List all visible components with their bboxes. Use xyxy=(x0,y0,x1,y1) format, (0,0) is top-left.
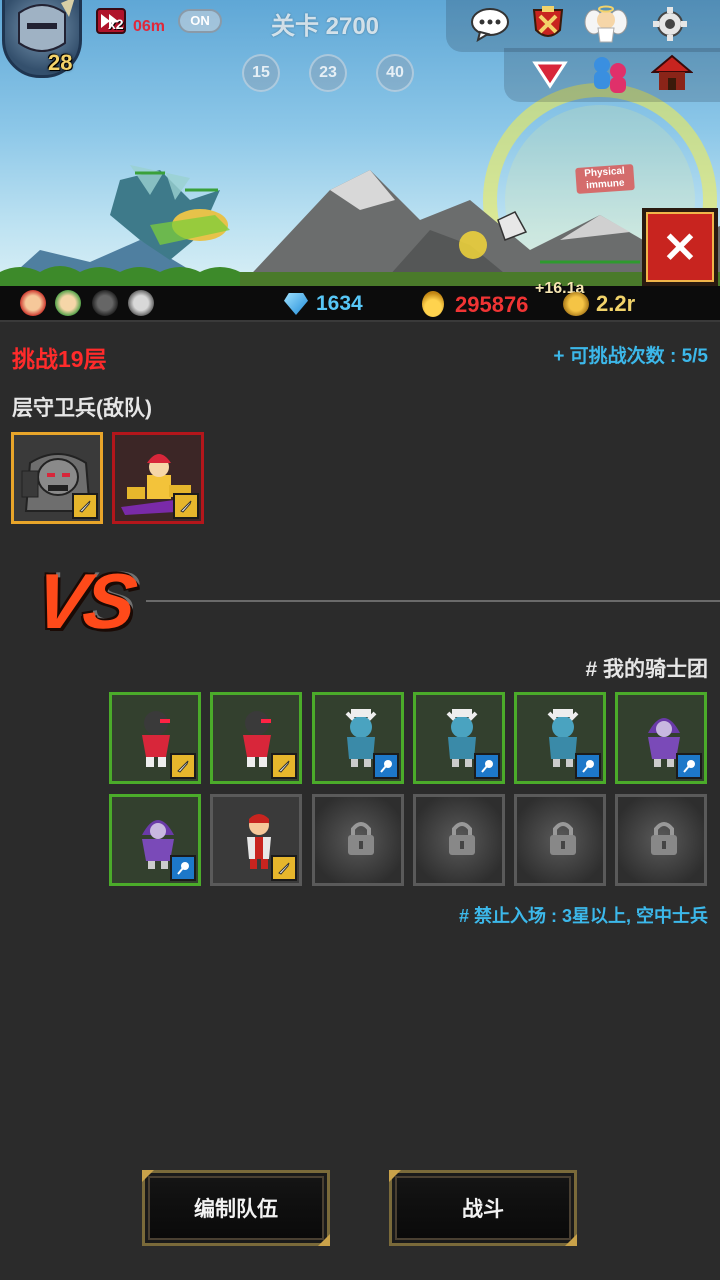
lock-icon xyxy=(449,822,475,855)
lock-icon xyxy=(550,822,576,855)
gem-icon xyxy=(284,293,308,315)
lock-icon xyxy=(651,822,677,855)
stage-marker: 15 xyxy=(242,54,280,92)
staff-class-badge xyxy=(170,855,196,881)
sword-class-badge xyxy=(170,753,196,779)
party-hero-icon[interactable] xyxy=(55,290,81,316)
staff-class-badge xyxy=(474,753,500,779)
sword-class-badge xyxy=(271,855,297,881)
friends-icon[interactable] xyxy=(588,52,632,96)
fight-button[interactable]: 战斗 xyxy=(389,1170,577,1246)
guild-shield-icon[interactable] xyxy=(526,2,570,46)
challenge-floor-title: 挑战19层 xyxy=(12,346,107,372)
stage-title: 关卡 2700 xyxy=(270,13,380,40)
entry-restriction-note: # 禁止入场 : 3星以上, 空中士兵 xyxy=(458,906,708,926)
sword-class-badge xyxy=(271,753,297,779)
party-hero-icon[interactable] xyxy=(128,290,154,316)
close-icon: ✕ xyxy=(662,223,698,271)
staff-class-badge xyxy=(373,753,399,779)
edit-team-button[interactable]: 编制队伍 xyxy=(142,1170,330,1246)
party-hero-icon[interactable] xyxy=(92,290,118,316)
sword-class-badge xyxy=(173,493,199,519)
speed-remaining-time: 06m xyxy=(133,18,166,35)
sword-class-badge xyxy=(72,493,98,519)
locked-slot xyxy=(615,794,707,886)
attempts-remaining[interactable]: + 可挑战次数 : 5/5 xyxy=(553,341,708,368)
team-unit-card[interactable] xyxy=(312,692,404,784)
team-unit-card[interactable] xyxy=(514,692,606,784)
vs-emblem: VS xyxy=(29,557,139,645)
team-unit-card[interactable] xyxy=(615,692,707,784)
physical-immune-tag: Physical immune xyxy=(575,164,635,194)
auto-toggle[interactable]: ON xyxy=(178,9,222,33)
stage-marker: 23 xyxy=(309,54,347,92)
team-unit-card[interactable] xyxy=(210,794,302,886)
lock-icon xyxy=(348,822,374,855)
gem-count: 1634 xyxy=(316,292,363,315)
party-hero-icon[interactable] xyxy=(20,290,46,316)
team-unit-card[interactable] xyxy=(109,794,201,886)
team-unit-card[interactable] xyxy=(413,692,505,784)
enemy-team-label: 层守卫兵(敌队) xyxy=(12,397,152,420)
divider xyxy=(146,600,720,602)
stage-marker: 40 xyxy=(376,54,414,92)
enemy-unit-card[interactable] xyxy=(112,432,204,524)
team-unit-card[interactable] xyxy=(210,692,302,784)
team-unit-card[interactable] xyxy=(109,692,201,784)
staff-class-badge xyxy=(676,753,702,779)
angel-icon[interactable] xyxy=(584,2,628,46)
resource-bar: 1634 295876 +16.1a 2.2r xyxy=(0,280,720,322)
gold-count: 295876 xyxy=(455,292,529,317)
settings-gear-icon[interactable] xyxy=(648,2,692,46)
gold-medal-icon xyxy=(422,291,444,317)
my-team-label: # 我的骑士团 xyxy=(585,658,708,681)
speed-multiplier: x2 xyxy=(108,16,124,32)
locked-slot xyxy=(312,794,404,886)
collapse-arrow-icon[interactable] xyxy=(528,52,572,96)
mailbox-house-icon[interactable] xyxy=(650,52,694,96)
staff-class-badge xyxy=(575,753,601,779)
enemy-unit-card[interactable] xyxy=(11,432,103,524)
tower-challenge-screen: { "hud": { "hero_level": "28", "speed_mu… xyxy=(0,0,720,1280)
hero-level: 28 xyxy=(48,50,73,75)
close-button[interactable]: ✕ xyxy=(642,208,718,286)
coin-rate-icon xyxy=(563,292,589,316)
locked-slot xyxy=(413,794,505,886)
chat-icon[interactable] xyxy=(468,2,512,46)
battle-scene: 28 x2 06m ON 关卡 2700 15 23 40 Physical i… xyxy=(0,0,720,286)
income-rate: 2.2r xyxy=(596,291,636,316)
locked-slot xyxy=(514,794,606,886)
